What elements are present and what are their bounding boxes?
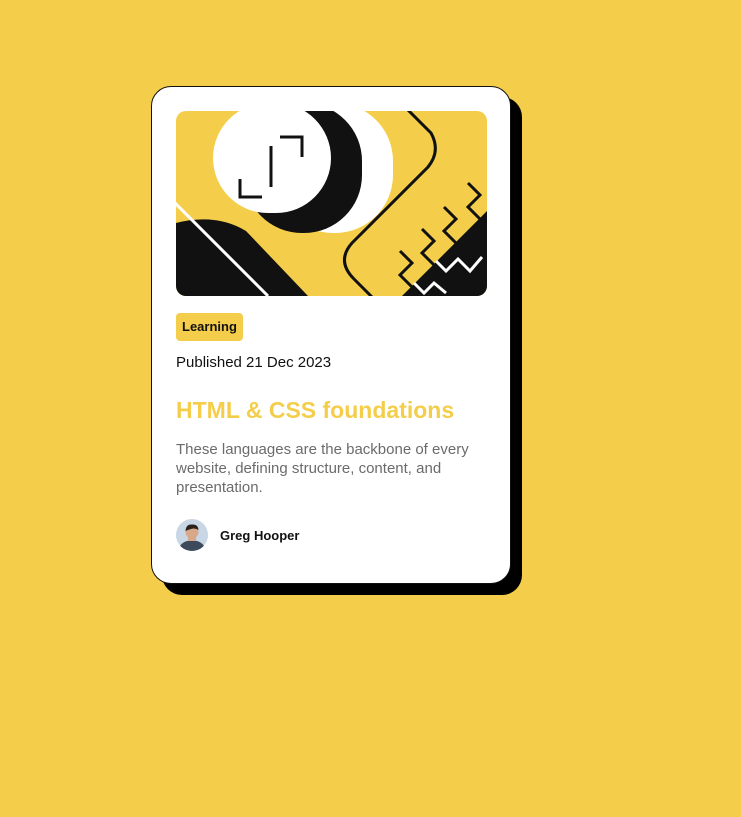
blog-preview-card[interactable]: Learning Published 21 Dec 2023 HTML & CS… xyxy=(151,86,511,584)
published-date: Published 21 Dec 2023 xyxy=(176,354,332,371)
author-avatar xyxy=(176,519,208,551)
category-tag: Learning xyxy=(176,313,243,341)
card-title[interactable]: HTML & CSS foundations xyxy=(176,396,486,424)
hero-illustration xyxy=(176,111,487,296)
author-info: Greg Hooper xyxy=(176,519,299,551)
author-name: Greg Hooper xyxy=(220,527,300,543)
card-description: These languages are the backbone of ever… xyxy=(176,441,469,496)
